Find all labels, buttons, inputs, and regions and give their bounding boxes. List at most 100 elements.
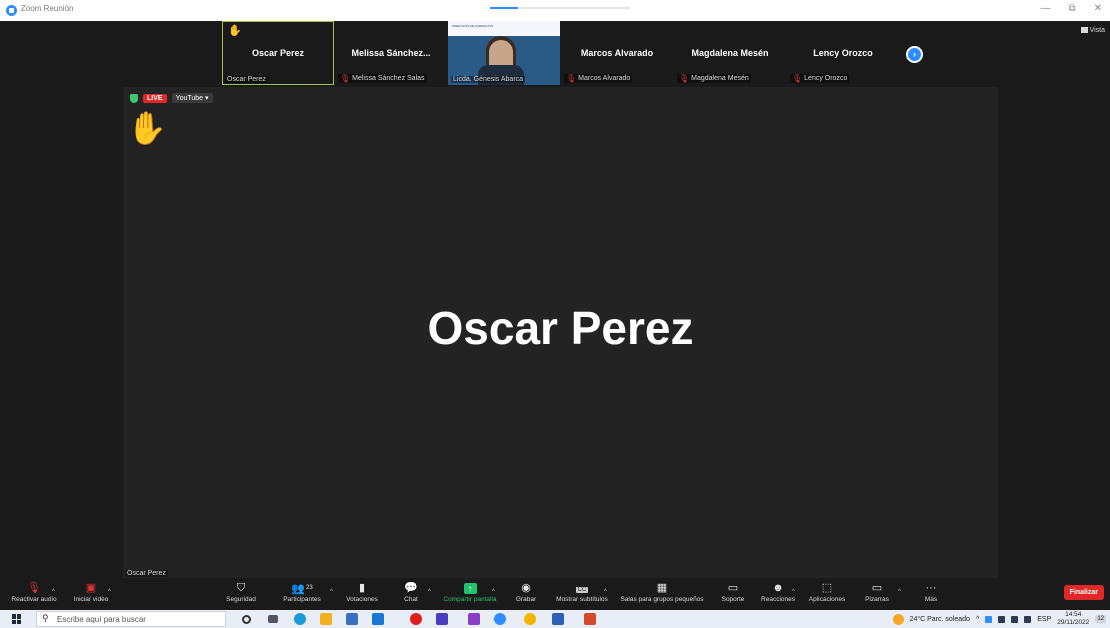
captions-button[interactable]: CC ^ Mostrar subtítulos xyxy=(552,580,612,603)
participant-label: 🎙︎ Melissa Sánchez Salas xyxy=(338,74,427,83)
apps-icon: ⬚ xyxy=(821,582,833,594)
security-button[interactable]: ⛉ Seguridad xyxy=(222,580,260,603)
store-icon[interactable] xyxy=(346,613,358,625)
chrome-icon[interactable] xyxy=(524,613,536,625)
app-icon[interactable] xyxy=(468,613,480,625)
restore-button[interactable]: ⧉ xyxy=(1068,3,1075,14)
zoom-taskbar-icon[interactable] xyxy=(494,613,506,625)
participant-tile[interactable]: Lency Orozco 🎙︎ Lency Orozco xyxy=(787,21,899,85)
gallery-strip: ✋ Oscar Perez Oscar Perez Melissa Sánche… xyxy=(222,21,900,85)
breakout-rooms-button[interactable]: ▦ Salas para grupos pequeños xyxy=(618,580,706,603)
participants-button[interactable]: 👥23 ^ Participantes xyxy=(278,580,333,603)
mic-muted-icon: 🎙︎ xyxy=(566,74,577,83)
end-meeting-button[interactable]: Finalizar xyxy=(1063,585,1104,600)
view-button[interactable]: Vista xyxy=(1080,27,1105,34)
cortana-icon[interactable] xyxy=(242,615,251,624)
unmute-button[interactable]: 🎙︎ ^ Reactivar audio xyxy=(8,580,60,603)
grid-icon: ▦ xyxy=(656,582,668,594)
participant-video-tile[interactable]: DIRECCIÓN DE FORMACIÓN Licda. Génesis Ab… xyxy=(448,21,560,85)
raised-hand-icon: ✋ xyxy=(228,25,242,37)
powerpoint-icon[interactable] xyxy=(584,613,596,625)
clock[interactable]: 14:54 29/11/2022 xyxy=(1057,611,1089,627)
speaker-name: Oscar Perez xyxy=(427,302,694,354)
close-button[interactable]: ✕ xyxy=(1094,3,1102,14)
participant-label: 🎙︎ Lency Orozco xyxy=(790,74,850,83)
live-badge[interactable]: LIVE xyxy=(143,93,167,103)
mail-icon[interactable] xyxy=(372,613,384,625)
start-video-button[interactable]: ▣ ^ Iniciar video xyxy=(66,580,116,603)
weather-text[interactable]: 24°C Parc. soleado xyxy=(910,616,970,623)
opera-icon[interactable] xyxy=(410,613,422,625)
mic-muted-icon: 🎙︎ xyxy=(679,74,690,83)
weather-icon[interactable] xyxy=(892,613,904,625)
captions-icon: CC xyxy=(575,587,589,593)
chevron-up-icon[interactable]: ^ xyxy=(976,616,979,623)
edge-icon[interactable] xyxy=(294,613,306,625)
live-stream-bar: LIVE YouTube ▾ xyxy=(130,93,213,103)
participant-tile[interactable]: ✋ Oscar Perez Oscar Perez xyxy=(222,21,334,85)
stream-target-dropdown[interactable]: YouTube ▾ xyxy=(171,93,213,103)
chat-button[interactable]: 💬 ^ Chat xyxy=(398,580,431,603)
whiteboards-button[interactable]: ▭ ^ Pizarras xyxy=(862,580,901,603)
participants-icon: 👥 xyxy=(291,583,305,595)
reactions-button[interactable]: ☻ ^ Reacciones xyxy=(760,580,796,603)
more-button[interactable]: ··· Más xyxy=(920,580,942,603)
meeting-toolbar: 🎙︎ ^ Reactivar audio ▣ ^ Iniciar video ⛉ S… xyxy=(0,580,1110,609)
apps-button[interactable]: ⬚ Aplicaciones xyxy=(806,580,848,603)
chevron-up-icon[interactable]: ^ xyxy=(898,584,901,600)
chevron-up-icon[interactable]: ^ xyxy=(330,584,333,600)
app-icon[interactable] xyxy=(436,613,448,625)
chevron-up-icon[interactable]: ^ xyxy=(492,584,495,600)
chevron-up-icon[interactable]: ^ xyxy=(428,584,431,600)
mic-muted-icon: 🎙︎ xyxy=(27,582,41,594)
network-icon[interactable] xyxy=(1011,615,1019,623)
zoom-logo-icon xyxy=(6,5,17,16)
video-off-icon: ▣ xyxy=(85,582,97,594)
mic-muted-icon: 🎙︎ xyxy=(792,74,803,83)
windows-start-icon[interactable] xyxy=(12,614,22,624)
participant-count: 23 xyxy=(306,585,313,591)
participant-tile[interactable]: Marcos Alvarado 🎙︎ Marcos Alvarado xyxy=(561,21,673,85)
record-icon: ◉ xyxy=(521,582,531,594)
minimize-button[interactable]: — xyxy=(1040,3,1050,14)
search-icon: ⚲ xyxy=(42,613,49,623)
participant-tile[interactable]: Magdalena Mesén 🎙︎ Magdalena Mesén xyxy=(674,21,786,85)
participant-name: Magdalena Mesén xyxy=(691,48,769,58)
onedrive-icon[interactable] xyxy=(985,615,993,623)
window-title: Zoom Reunión xyxy=(21,4,74,13)
more-icon: ··· xyxy=(925,582,937,594)
grid-view-icon xyxy=(1080,27,1088,33)
speaker-label: Oscar Perez xyxy=(125,570,168,577)
taskbar-search-input[interactable]: ⚲ Escribe aquí para buscar xyxy=(36,611,226,627)
participant-name: Melissa Sánchez... xyxy=(351,48,431,58)
polls-button[interactable]: ▮ Votaciones xyxy=(342,580,382,603)
shield-icon xyxy=(130,93,138,103)
chevron-up-icon[interactable]: ^ xyxy=(792,584,795,600)
participant-name: Marcos Alvarado xyxy=(580,48,654,58)
file-explorer-icon[interactable] xyxy=(320,613,332,625)
video-background-banner: DIRECCIÓN DE FORMACIÓN xyxy=(448,21,560,36)
chevron-up-icon[interactable]: ^ xyxy=(604,584,607,600)
support-button[interactable]: ▭ Soporte xyxy=(718,580,748,603)
chevron-up-icon[interactable]: ^ xyxy=(52,584,55,600)
task-view-icon[interactable] xyxy=(268,615,278,623)
chat-icon: 💬 xyxy=(404,582,418,594)
next-page-button[interactable]: › xyxy=(906,46,923,63)
notification-icon[interactable]: 12 xyxy=(1095,615,1106,623)
word-icon[interactable] xyxy=(552,613,564,625)
language-indicator[interactable]: ESP xyxy=(1037,616,1051,623)
speaker-icon[interactable] xyxy=(1024,615,1032,623)
bar-chart-icon: ▮ xyxy=(358,582,366,594)
participant-name: Lency Orozco xyxy=(813,48,873,58)
mic-icon[interactable] xyxy=(998,615,1006,623)
participant-label: Oscar Perez xyxy=(225,76,268,83)
record-button[interactable]: ◉ Grabar xyxy=(512,580,540,603)
share-arrow-icon: ↑ xyxy=(463,583,477,594)
participant-label: Licda. Génesis Abarca xyxy=(451,76,526,83)
participant-tile[interactable]: Melissa Sánchez... 🎙︎ Melissa Sánchez Sal… xyxy=(335,21,447,85)
share-screen-button[interactable]: ↑ ^ Compartir pantalla xyxy=(440,580,500,603)
active-speaker-view: LIVE YouTube ▾ ✋ Oscar Perez Oscar Perez xyxy=(123,87,998,578)
shield-icon: ⛉ xyxy=(236,582,246,594)
participant-label: 🎙︎ Marcos Alvarado xyxy=(564,74,633,83)
chevron-up-icon[interactable]: ^ xyxy=(108,584,111,600)
